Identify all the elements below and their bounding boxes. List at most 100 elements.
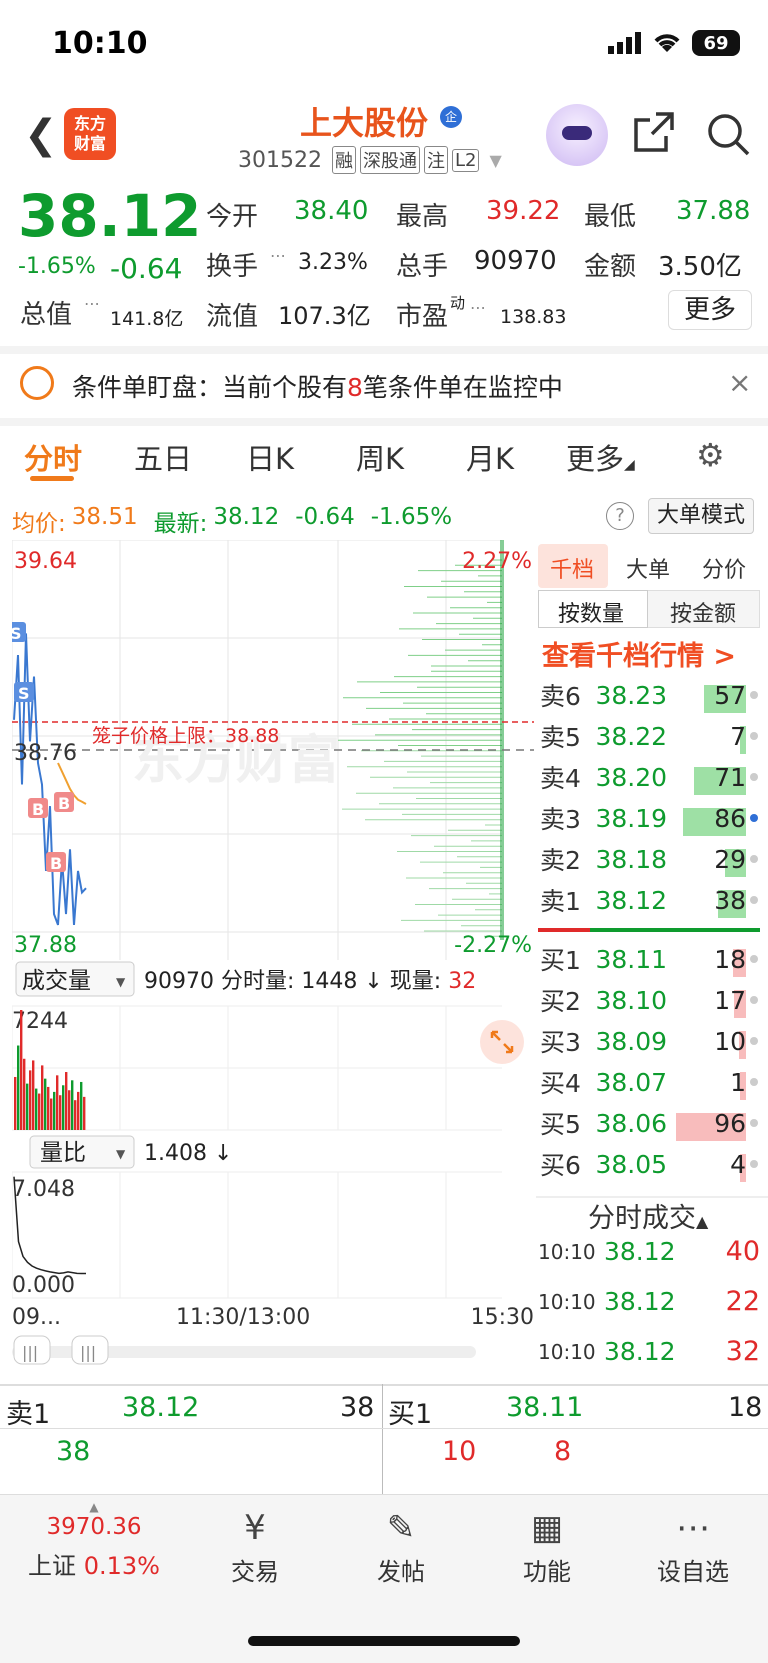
more-quote-button[interactable]: 更多 <box>668 290 752 330</box>
search-icon[interactable] <box>706 112 750 156</box>
ask-row-6[interactable]: 卖1 38.12 38 <box>540 881 758 919</box>
expand-icon[interactable] <box>480 1020 524 1064</box>
ob-volume: 29 <box>695 845 747 877</box>
back-button[interactable]: ❮ <box>24 112 58 158</box>
time-trade-row: 10:10 38.12 22 <box>538 1286 760 1317</box>
ask-row-1[interactable]: 卖6 38.23 57 <box>540 676 758 714</box>
big-order-mode-button[interactable]: 大单模式 <box>648 498 754 534</box>
ob-volume-bar <box>740 725 747 754</box>
volume-bar <box>14 1076 17 1130</box>
nav-trade-label: 交易 <box>231 1558 279 1586</box>
nav-trade[interactable]: ¥ 交易 <box>200 1504 310 1587</box>
bid-row-5[interactable]: 买5 38.06 96 <box>540 1104 758 1142</box>
ask-row-2[interactable]: 卖5 38.22 7 <box>540 717 758 755</box>
nav-functions[interactable]: ▦ 功能 <box>492 1504 602 1587</box>
volume-bar <box>29 1070 32 1130</box>
chevron-down-icon[interactable]: ▼ <box>489 151 501 170</box>
alert-suffix: 笔条件单在监控中 <box>362 373 563 402</box>
stock-code: 301522 <box>238 147 322 173</box>
volume-bar <box>83 1096 86 1130</box>
volume-bar <box>41 1065 44 1130</box>
tab-price-dist[interactable]: 分价 <box>702 552 746 584</box>
ob-volume-bar <box>734 989 747 1018</box>
ob-price: 38.11 <box>595 944 668 974</box>
nav-post-label: 发帖 <box>377 1558 425 1586</box>
l1-bid-label: 买1 <box>388 1399 433 1430</box>
volume-bar <box>71 1080 74 1130</box>
volume-bar <box>56 1075 59 1130</box>
volume-bar <box>62 1085 65 1130</box>
volume-bar <box>50 1098 53 1130</box>
ob-dot-icon <box>750 1160 758 1168</box>
volume-header: 90970 分时量: 1448 ↓ 现量: 32 <box>144 969 476 994</box>
view-qiandang-link[interactable]: 查看千档行情 > <box>542 634 736 673</box>
ask-row-5[interactable]: 卖2 38.18 29 <box>540 840 758 878</box>
trade-price: 38.12 <box>604 1287 676 1316</box>
mode-by-quantity[interactable]: 按数量 <box>558 596 624 628</box>
volume-bar <box>80 1081 83 1130</box>
stock-code-row[interactable]: 301522 融 深股通 注 L2 ▼ <box>238 146 502 174</box>
index-ticker[interactable]: ▲ 3970.36 上证 0.13% <box>24 1500 164 1581</box>
ask-row-4[interactable]: 卖3 38.19 86 <box>540 799 758 837</box>
bid-row-1[interactable]: 买1 38.11 18 <box>540 940 758 978</box>
close-icon[interactable]: × <box>728 366 751 399</box>
ob-price: 38.10 <box>595 985 668 1015</box>
ob-volume: 86 <box>683 804 747 836</box>
tab-monthly-k[interactable]: 月K <box>466 436 514 478</box>
index-value: 3970.36 <box>46 1514 142 1540</box>
top-price: 39.64 <box>14 549 77 574</box>
intraday-chart[interactable]: 东方财富 笼子价格上限：38.88 39.64 2.27% 38.76 37.8… <box>12 540 534 1366</box>
amount-label: 金额 <box>584 252 637 282</box>
nav-post[interactable]: ✎ 发帖 <box>346 1504 456 1587</box>
bid-row-2[interactable]: 买2 38.10 17 <box>540 981 758 1019</box>
l1-ask-vol: 38 <box>340 1392 375 1423</box>
ob-dot-icon <box>750 691 758 699</box>
level1-row-divider <box>0 1428 768 1429</box>
price-info-line: 均价: 38.51 最新: 38.12 -0.64 -1.65% <box>12 504 452 538</box>
share-icon[interactable] <box>632 110 676 154</box>
tab-five-day[interactable]: 五日 <box>134 436 192 478</box>
nav-add-watchlist[interactable]: ⋯ 设自选 <box>638 1504 748 1587</box>
tab-weekly-k[interactable]: 周K <box>356 436 404 478</box>
volume-bar <box>20 1010 23 1130</box>
ask-row-3[interactable]: 卖4 38.20 71 <box>540 758 758 796</box>
float-value: 107.3亿 <box>278 302 371 330</box>
ai-assistant-avatar[interactable] <box>546 104 608 166</box>
info-dots-icon[interactable]: ⋯ <box>84 294 100 313</box>
l1-bid-price: 38.11 <box>506 1392 584 1423</box>
ob-volume: 1 <box>695 1068 747 1100</box>
tab-daily-k[interactable]: 日K <box>246 436 294 478</box>
gear-icon[interactable]: ⚙ <box>696 436 725 474</box>
latest-value: 38.12 <box>213 504 280 530</box>
ob-dot-icon <box>750 896 758 904</box>
info-dots-icon[interactable]: ⋯ <box>270 246 286 265</box>
l1-ask-label: 卖1 <box>6 1399 51 1430</box>
ob-volume: 71 <box>693 763 747 795</box>
tab-more[interactable]: 更多◢ <box>566 436 635 478</box>
ob-dot-icon <box>750 955 758 963</box>
volume-bar <box>44 1078 47 1130</box>
time-trades-title[interactable]: 分时成交▲ <box>588 1196 708 1235</box>
ob-price: 38.07 <box>595 1067 668 1097</box>
ob-price: 38.05 <box>595 1149 668 1179</box>
mode-by-amount[interactable]: 按金额 <box>670 596 736 628</box>
tab-intraday[interactable]: 分时 <box>24 436 82 478</box>
help-icon[interactable]: ? <box>606 502 634 530</box>
buy-marker-label: B <box>58 794 70 813</box>
volume-bar <box>17 1045 20 1130</box>
volume-bar <box>68 1090 71 1130</box>
tab-big-order[interactable]: 大单 <box>626 552 670 584</box>
buy-marker-label: B <box>50 854 62 873</box>
ob-volume-bar <box>718 889 747 918</box>
bid-row-6[interactable]: 买6 38.05 4 <box>540 1145 758 1183</box>
level1-divider <box>382 1384 383 1494</box>
depth-side-bar <box>500 540 504 940</box>
bid-row-4[interactable]: 买4 38.07 1 <box>540 1063 758 1101</box>
stock-name[interactable]: 上大股份 <box>300 98 428 144</box>
bottom-price: 37.88 <box>14 933 77 958</box>
bid-row-3[interactable]: 买3 38.09 10 <box>540 1022 758 1060</box>
ob-volume: 4 <box>695 1150 747 1182</box>
info-dots-icon[interactable]: ⋯ <box>470 298 486 317</box>
tab-qiandang[interactable]: 千档 <box>550 552 594 584</box>
depth-bars <box>338 540 504 940</box>
